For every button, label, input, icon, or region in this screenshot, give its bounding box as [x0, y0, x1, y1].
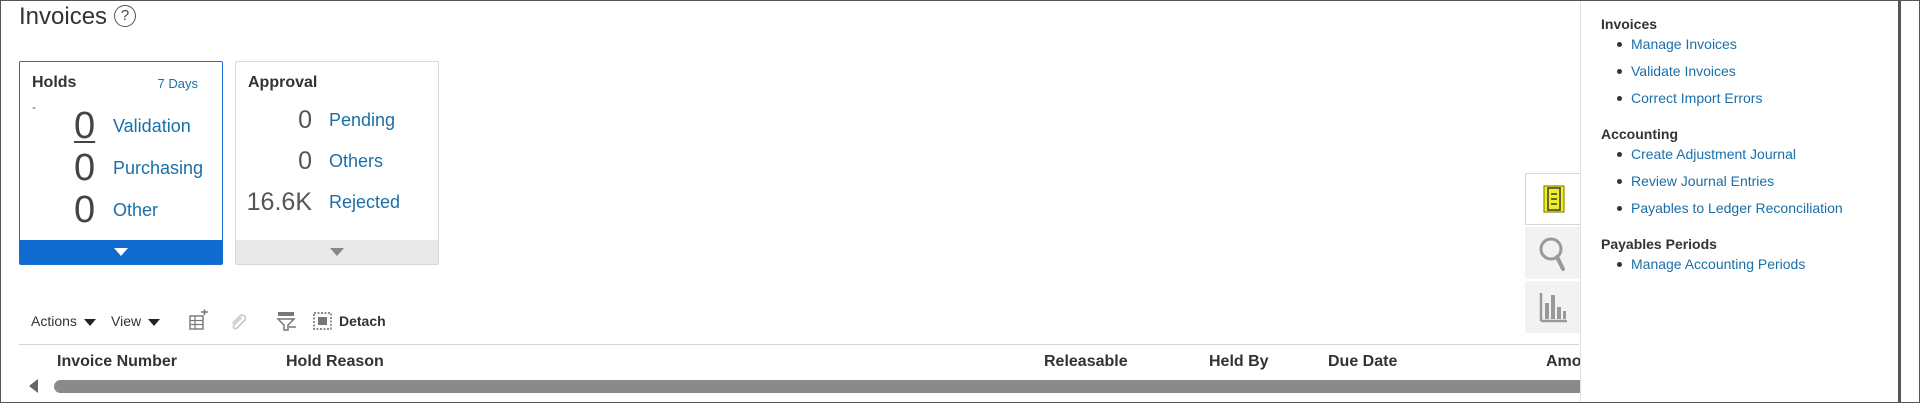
holds-card[interactable]: Holds 7 Days - 0 Validation 0 Purchasing…	[19, 61, 223, 265]
holds-validation-count[interactable]: 0	[74, 106, 95, 146]
holds-card-title: Holds	[32, 74, 77, 91]
task-link-review-journal-entries[interactable]: Review Journal Entries	[1615, 171, 1843, 198]
holds-metric-other: 0 Other	[20, 190, 222, 230]
column-header-held-by[interactable]: Held By	[1209, 353, 1269, 371]
search-icon	[1539, 237, 1565, 271]
approval-rejected-count[interactable]: 16.6K	[236, 182, 312, 222]
task-link-payables-to-ledger-reconciliation[interactable]: Payables to Ledger Reconciliation	[1615, 198, 1843, 225]
panel-splitter[interactable]	[1898, 1, 1901, 402]
caret-down-icon	[148, 318, 161, 326]
holds-other-count[interactable]: 0	[74, 190, 95, 230]
tab-search[interactable]	[1525, 227, 1581, 279]
approval-pending-count[interactable]: 0	[236, 100, 312, 140]
query-filter-icon[interactable]	[275, 309, 299, 333]
task-link-create-adjustment-journal[interactable]: Create Adjustment Journal	[1615, 144, 1843, 171]
tasks-icon	[1543, 185, 1565, 213]
actions-menu-label: Actions	[31, 313, 77, 329]
tab-tasks[interactable]	[1525, 173, 1581, 225]
holds-metric-purchasing: 0 Purchasing	[20, 148, 222, 188]
column-header-due-date[interactable]: Due Date	[1328, 353, 1397, 371]
approval-pending-link[interactable]: Pending	[329, 100, 395, 140]
task-list-invoices: Manage Invoices Validate Invoices Correc…	[1615, 34, 1762, 115]
holds-metric-validation: 0 Validation	[20, 106, 222, 146]
scroll-left-arrow-icon[interactable]	[29, 379, 38, 393]
caret-down-icon	[83, 318, 96, 326]
section-title-invoices: Invoices	[1601, 16, 1658, 32]
section-title-accounting: Accounting	[1601, 126, 1678, 142]
horizontal-scrollbar[interactable]	[54, 380, 1594, 393]
task-list-payables-periods: Manage Accounting Periods	[1615, 254, 1805, 281]
actions-menu[interactable]: Actions	[31, 313, 96, 329]
approval-metric-others: 0 Others	[236, 141, 438, 181]
approval-others-link[interactable]: Others	[329, 141, 383, 181]
bar-chart-icon	[1539, 293, 1567, 323]
task-list-accounting: Create Adjustment Journal Review Journal…	[1615, 144, 1843, 225]
chevron-down-icon	[114, 248, 128, 256]
column-header-hold-reason[interactable]: Hold Reason	[286, 353, 384, 371]
approval-card[interactable]: Approval 0 Pending 0 Others 16.6K Reject…	[235, 61, 439, 265]
detach-button[interactable]: Detach	[339, 313, 386, 329]
view-menu-label: View	[111, 313, 142, 329]
help-icon[interactable]: ?	[114, 5, 136, 27]
task-link-validate-invoices[interactable]: Validate Invoices	[1615, 61, 1762, 88]
tab-analytics[interactable]	[1525, 281, 1581, 333]
column-header-releasable[interactable]: Releasable	[1044, 353, 1128, 371]
approval-metric-pending: 0 Pending	[236, 100, 438, 140]
holds-purchasing-link[interactable]: Purchasing	[113, 148, 203, 188]
table-toolbar: Actions View Detach	[19, 307, 1569, 337]
holds-validation-link[interactable]: Validation	[113, 106, 191, 146]
holds-other-link[interactable]: Other	[113, 190, 158, 230]
app-frame: Invoices ? Holds 7 Days - 0 Validation 0…	[0, 0, 1920, 403]
holds-table: Invoice Number Hold Reason Releasable He…	[19, 344, 1594, 402]
view-menu[interactable]: View	[111, 313, 161, 329]
task-link-manage-invoices[interactable]: Manage Invoices	[1615, 34, 1762, 61]
approval-rejected-link[interactable]: Rejected	[329, 182, 400, 222]
section-title-payables-periods: Payables Periods	[1601, 236, 1717, 252]
approval-metric-rejected: 16.6K Rejected	[236, 182, 438, 222]
page-title: Invoices	[19, 3, 108, 30]
tasks-panel: Invoices Manage Invoices Validate Invoic…	[1580, 1, 1919, 402]
edit-table-icon[interactable]	[187, 309, 211, 333]
attachment-icon[interactable]	[227, 309, 251, 333]
task-link-manage-accounting-periods[interactable]: Manage Accounting Periods	[1615, 254, 1805, 281]
holds-purchasing-count[interactable]: 0	[74, 148, 95, 188]
holds-expand-button[interactable]	[20, 240, 222, 264]
approval-card-title: Approval	[248, 74, 318, 91]
task-link-correct-import-errors[interactable]: Correct Import Errors	[1615, 88, 1762, 115]
holds-period-link[interactable]: 7 Days	[158, 76, 198, 91]
approval-expand-button[interactable]	[236, 240, 438, 264]
approval-others-count[interactable]: 0	[236, 141, 312, 181]
chevron-down-icon	[330, 248, 344, 256]
column-header-invoice-number[interactable]: Invoice Number	[57, 353, 177, 371]
column-header-amount[interactable]: Amo	[1546, 353, 1582, 371]
panel-tabs	[1525, 173, 1581, 333]
detach-icon[interactable]	[311, 309, 335, 333]
